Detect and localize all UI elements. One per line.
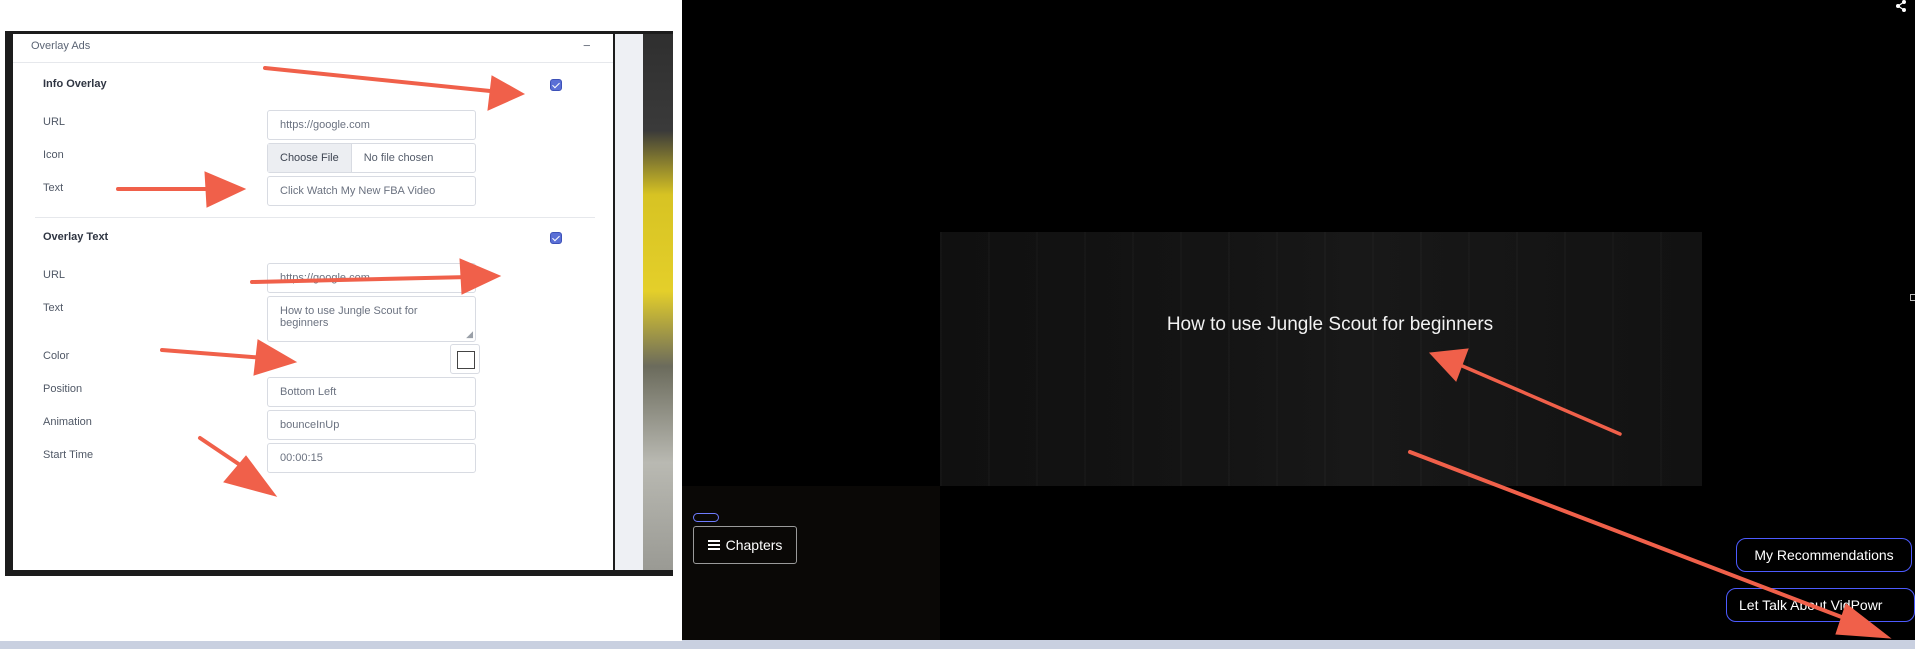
overlay-text-checkbox[interactable]: [550, 232, 562, 244]
resize-grip-icon[interactable]: ◢: [466, 329, 473, 340]
hamburger-icon: [707, 540, 720, 550]
divider: [35, 217, 595, 218]
settings-frame: Overlay Ads − Info Overlay URL https://g…: [5, 31, 673, 576]
start-time-input[interactable]: 00:00:15: [267, 443, 476, 473]
icon-file-input[interactable]: Choose File No file chosen: [267, 143, 476, 173]
start-time-label: Start Time: [43, 449, 94, 461]
info-overlay-checkbox[interactable]: [550, 79, 562, 91]
icon-label: Icon: [43, 149, 64, 161]
choose-file-button[interactable]: Choose File: [268, 144, 352, 172]
overlay-text-heading: Overlay Text: [43, 231, 109, 243]
bottom-strip: [0, 641, 682, 649]
background-video-thumbnail: [643, 34, 673, 570]
info-url-input[interactable]: https://google.com: [267, 110, 476, 140]
overlay-text-value: How to use Jungle Scout for beginners: [280, 305, 418, 329]
settings-pane: Overlay Ads − Info Overlay URL https://g…: [0, 0, 682, 649]
file-status: No file chosen: [363, 152, 434, 164]
color-label: Color: [43, 350, 70, 362]
section-header[interactable]: Overlay Ads −: [13, 34, 613, 63]
chapters-label: Chapters: [725, 537, 783, 553]
info-overlay-heading: Info Overlay: [43, 78, 107, 90]
animation-select[interactable]: bounceInUp: [267, 410, 476, 440]
info-text-input[interactable]: Click Watch My New FBA Video: [267, 176, 476, 206]
share-icon[interactable]: [1890, 0, 1910, 12]
video-frame: [940, 232, 1702, 486]
overlay-ads-form: Overlay Ads − Info Overlay URL https://g…: [13, 34, 613, 570]
section-title: Overlay Ads: [31, 40, 91, 52]
collapse-icon[interactable]: −: [583, 38, 591, 53]
color-picker[interactable]: [450, 344, 480, 374]
overlay-text-textarea[interactable]: How to use Jungle Scout for beginners ◢: [267, 296, 476, 342]
position-label: Position: [43, 383, 83, 395]
chapters-button[interactable]: Chapters: [693, 526, 797, 564]
recommendations-button[interactable]: My Recommendations: [1736, 538, 1912, 572]
overlay-url-label: URL: [43, 269, 66, 281]
chapter-marker[interactable]: [693, 513, 719, 522]
talk-button[interactable]: Let Talk About VidPowr: [1726, 588, 1915, 622]
info-text-label: Text: [43, 182, 64, 194]
position-select[interactable]: Bottom Left: [267, 377, 476, 407]
resize-handle[interactable]: [1910, 294, 1915, 301]
overlay-text-display[interactable]: How to use Jungle Scout for beginners: [1050, 314, 1610, 336]
overlay-text-label: Text: [43, 302, 64, 314]
overlay-url-input[interactable]: https://google.com: [267, 263, 476, 293]
player-bottom-strip: [682, 640, 1915, 649]
scrollbar-track[interactable]: [615, 34, 643, 570]
info-url-label: URL: [43, 116, 66, 128]
video-player[interactable]: How to use Jungle Scout for beginners Ch…: [682, 0, 1915, 649]
animation-label: Animation: [43, 416, 92, 428]
